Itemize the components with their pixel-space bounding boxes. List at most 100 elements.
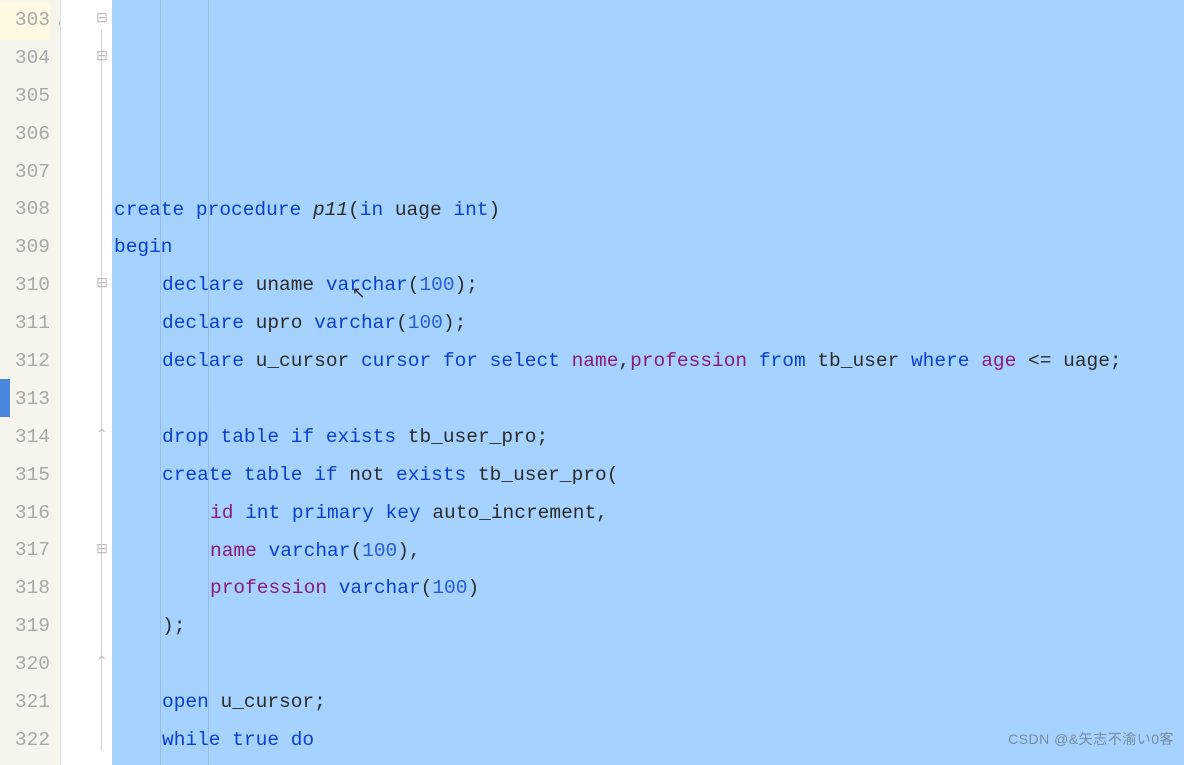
- line-number: 309: [0, 229, 50, 267]
- token-op: (: [408, 274, 420, 296]
- indent-guide: [208, 0, 209, 765]
- token-kw: where: [911, 350, 970, 372]
- watermark-text: CSDN @&矢志不渝い0客: [1008, 721, 1174, 759]
- token-op: u_cursor;: [209, 691, 326, 713]
- line-number-gutter: 303✔304305306307308309310311312313314315…: [0, 0, 60, 765]
- token-op: auto_increment,: [421, 502, 608, 524]
- code-line[interactable]: [114, 646, 1184, 684]
- fold-open-icon[interactable]: ⊟: [94, 277, 110, 293]
- line-number: 307: [0, 154, 50, 192]
- token-op: u_cursor: [244, 350, 361, 372]
- code-line[interactable]: [114, 381, 1184, 419]
- token-kw: declare: [162, 274, 244, 296]
- line-number: 322: [0, 722, 50, 760]
- indent-guide: [160, 0, 161, 765]
- code-line[interactable]: declare uname varchar(100);: [114, 267, 1184, 305]
- token-col: name: [210, 540, 257, 562]
- token-op: [560, 350, 572, 372]
- token-op: not: [338, 464, 397, 486]
- code-area[interactable]: ↖ create procedure p11(in uage int)begin…: [112, 0, 1184, 765]
- token-col: age: [981, 350, 1016, 372]
- code-line[interactable]: create table if not exists tb_user_pro(: [114, 457, 1184, 495]
- token-kw: from: [759, 350, 806, 372]
- line-number: 316: [0, 495, 50, 533]
- token-op: );: [443, 312, 466, 334]
- token-kw: declare: [162, 350, 244, 372]
- code-line[interactable]: id int primary key auto_increment,: [114, 495, 1184, 533]
- code-line[interactable]: create procedure p11(in uage int): [114, 192, 1184, 230]
- line-number: 303✔: [0, 2, 50, 40]
- token-num: 100: [432, 577, 467, 599]
- token-op: tb_user_pro(: [466, 464, 618, 486]
- line-number: 318: [0, 570, 50, 608]
- token-op: (: [350, 540, 362, 562]
- token-op: [747, 350, 759, 372]
- token-kw: in: [360, 199, 383, 221]
- token-num: 100: [362, 540, 397, 562]
- token-col: profession: [210, 577, 327, 599]
- token-op: ,: [618, 350, 630, 372]
- line-number: 319: [0, 608, 50, 646]
- token-op: [301, 199, 313, 221]
- fold-close-icon[interactable]: ⌃: [94, 429, 110, 445]
- token-kw: declare: [162, 312, 244, 334]
- code-line[interactable]: fetch u_cursor into uname,upro;: [114, 760, 1184, 765]
- token-kw: varchar: [339, 577, 421, 599]
- token-kw: true do: [232, 729, 314, 751]
- line-number: 310: [0, 267, 50, 305]
- fold-open-icon[interactable]: ⊟: [94, 12, 110, 28]
- code-editor[interactable]: 303✔304305306307308309310311312313314315…: [0, 0, 1184, 765]
- code-line[interactable]: name varchar(100),: [114, 533, 1184, 571]
- line-number: 320: [0, 646, 50, 684]
- fold-close-icon[interactable]: ⌃: [94, 656, 110, 672]
- token-op: ): [488, 199, 500, 221]
- line-number: 306: [0, 116, 50, 154]
- token-op: [327, 577, 339, 599]
- token-op: ): [467, 577, 479, 599]
- token-op: tb_user_pro;: [396, 426, 548, 448]
- fold-strip: ⊟ ⊟ ⊟ ⌃ ⊟ ⌃: [60, 0, 112, 765]
- token-kw: begin: [114, 236, 173, 258]
- code-line[interactable]: );: [114, 608, 1184, 646]
- token-op: (: [396, 312, 408, 334]
- token-col: name: [572, 350, 619, 372]
- code-line[interactable]: profession varchar(100): [114, 570, 1184, 608]
- token-op: uage: [383, 199, 453, 221]
- code-line[interactable]: declare u_cursor cursor for select name,…: [114, 343, 1184, 381]
- token-num: 100: [419, 274, 454, 296]
- fold-open-icon[interactable]: ⊟: [94, 50, 110, 66]
- line-number: 308: [0, 191, 50, 229]
- line-number: 311: [0, 305, 50, 343]
- token-op: tb_user: [806, 350, 911, 372]
- line-number: 312: [0, 343, 50, 381]
- token-op: <= uage;: [1016, 350, 1121, 372]
- token-op: [970, 350, 982, 372]
- token-kw: varchar: [314, 312, 396, 334]
- token-op: (: [348, 199, 360, 221]
- line-number: 313: [0, 381, 50, 419]
- code-line[interactable]: drop table if exists tb_user_pro;: [114, 419, 1184, 457]
- code-line[interactable]: open u_cursor;: [114, 684, 1184, 722]
- token-kw: varchar: [269, 540, 351, 562]
- token-kw: drop table if exists: [162, 426, 396, 448]
- code-line[interactable]: declare upro varchar(100);: [114, 305, 1184, 343]
- token-op: uname: [244, 274, 326, 296]
- line-number: 321: [0, 684, 50, 722]
- token-kw: exists: [396, 464, 466, 486]
- token-func: p11: [313, 199, 348, 221]
- token-op: (: [421, 577, 433, 599]
- token-op: );: [162, 615, 185, 637]
- token-kw: open: [162, 691, 209, 713]
- code-line[interactable]: begin: [114, 229, 1184, 267]
- token-op: [257, 540, 269, 562]
- token-op: [221, 729, 233, 751]
- token-op: [233, 502, 245, 524]
- token-kw: int primary key: [245, 502, 421, 524]
- token-num: 100: [408, 312, 443, 334]
- line-number: 305: [0, 78, 50, 116]
- token-kw: varchar: [326, 274, 408, 296]
- line-number: 314: [0, 419, 50, 457]
- fold-open-icon[interactable]: ⊟: [94, 543, 110, 559]
- token-col: id: [210, 502, 233, 524]
- line-number: 315: [0, 457, 50, 495]
